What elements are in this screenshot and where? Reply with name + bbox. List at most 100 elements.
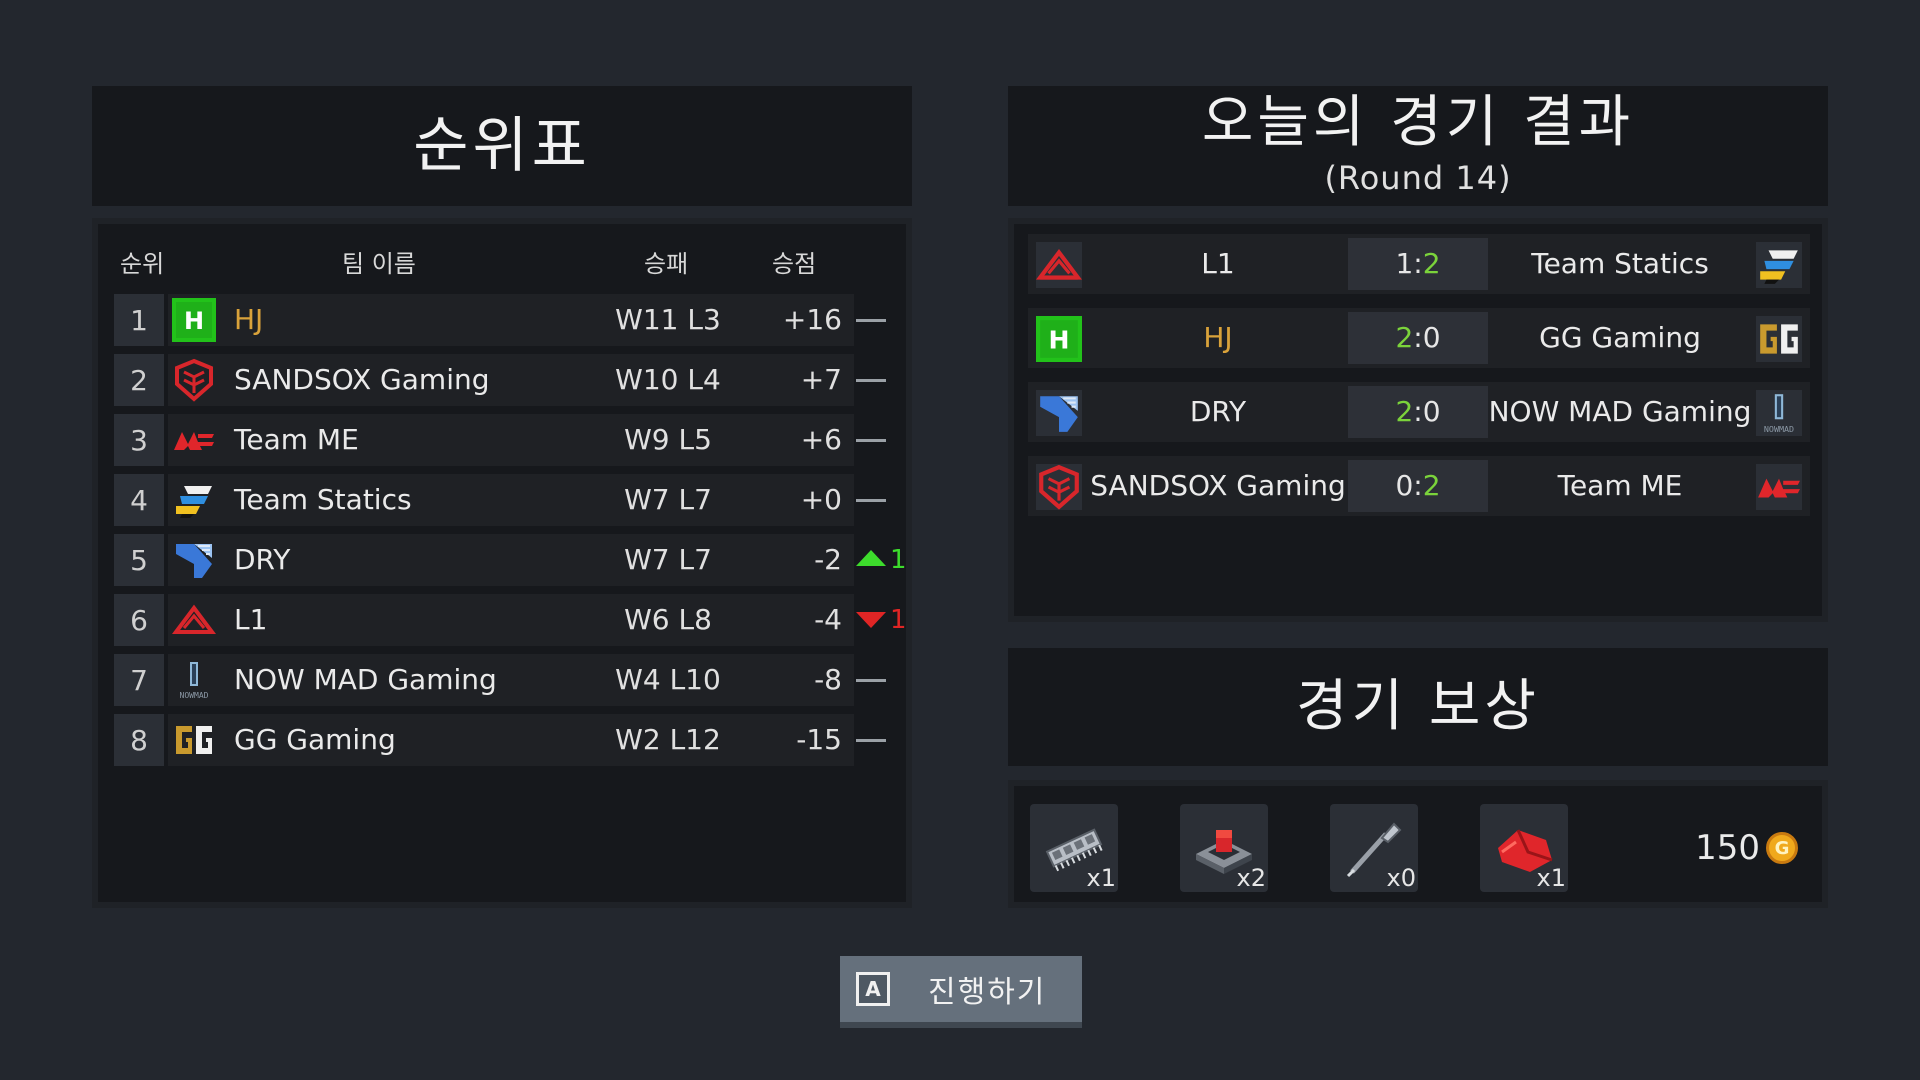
svg-text:H: H [184,307,204,335]
rewards-panel: x1 x2 x0 x1 150 G [1008,780,1828,908]
sandsox-logo [172,358,216,402]
team-name: HJ [234,303,264,336]
team-name: NOW MAD Gaming [234,663,497,696]
rank-number: 1 [114,294,164,346]
col-points: 승점 [772,250,817,278]
col-team: 팀 이름 [342,250,416,278]
rank-trend [856,294,916,346]
score-right: 0 [1422,395,1441,428]
results-header: 오늘의 경기 결과 (Round 14) [1008,86,1828,206]
match-row: SANDSOX Gaming 0:2 Team ME [1028,456,1810,516]
score-right: 0 [1422,321,1441,354]
reward-item[interactable]: x1 [1480,804,1568,892]
score-separator: : [1413,321,1423,354]
score-right: 2 [1422,247,1441,280]
team-points: -2 [814,543,842,576]
match-team-left: L1 [1201,247,1235,280]
svg-text:NOWMAD: NOWMAD [180,691,209,700]
score-separator: : [1413,469,1423,502]
dry-logo [172,538,216,582]
standings-row: 5 DRY W7 L7 -2 1 [114,534,908,586]
match-team-right: Team ME [1557,469,1683,502]
rank-number: 5 [114,534,164,586]
rank-trend [856,354,916,406]
gold-amount: 150 [1695,828,1760,868]
match-score: 1:2 [1348,238,1488,290]
rewards-header: 경기 보상 [1008,648,1828,766]
team-bar: SANDSOX Gaming W10 L4 +7 [168,354,854,406]
rank-trend [856,654,916,706]
reward-item[interactable]: x0 [1330,804,1418,892]
rewards-title: 경기 보상 [1296,674,1540,739]
hj-logo: H [1036,316,1082,362]
match-team-left: SANDSOX Gaming [1090,469,1346,502]
match-score: 2:0 [1348,312,1488,364]
team-name: L1 [234,603,268,636]
team-record: W2 L12 [615,723,721,756]
team-points: -4 [814,603,842,636]
team-statics-logo [1756,242,1802,288]
score-left: 2 [1395,395,1414,428]
standings-row: 3 Team ME W9 L5 +6 [114,414,908,466]
rank-change: 1 [890,545,907,575]
rank-up-arrow-icon [856,550,886,566]
rank-number: 4 [114,474,164,526]
rank-unchanged-icon [856,439,886,442]
sandsox-logo [1036,464,1082,510]
standings-row: 6 L1 W6 L8 -4 1 [114,594,908,646]
standings-header: 순위표 [92,86,912,206]
team-points: -15 [796,723,842,756]
match-team-left: DRY [1189,395,1247,428]
team-name: GG Gaming [234,723,396,756]
rank-number: 8 [114,714,164,766]
hj-logo: H [172,298,216,342]
rank-trend [856,474,916,526]
rank-unchanged-icon [856,319,886,322]
rank-trend: 1 [856,594,916,646]
l1-logo [172,598,216,642]
team-me-logo [1756,464,1802,510]
match-team-left: HJ [1203,321,1233,354]
standings-row: 1 H HJ W11 L3 +16 [114,294,908,346]
col-rank: 순위 [120,250,165,278]
gg-gaming-logo [1756,316,1802,362]
team-name: Team Statics [234,483,412,516]
rank-unchanged-icon [856,679,886,682]
team-bar: DRY W7 L7 -2 [168,534,854,586]
reward-quantity: x2 [1236,864,1266,892]
col-record: 승패 [644,250,689,278]
dry-logo [1036,390,1082,436]
team-record: W7 L7 [624,543,712,576]
now-mad-logo: NOWMAD [1756,390,1802,436]
reward-item[interactable]: x1 [1030,804,1118,892]
score-separator: : [1413,247,1423,280]
match-row: H HJ 2:0 GG Gaming [1028,308,1810,368]
a-key-icon: A [856,972,890,1006]
rank-number: 2 [114,354,164,406]
l1-logo [1036,242,1082,288]
team-statics-logo [172,478,216,522]
team-bar: L1 W6 L8 -4 [168,594,854,646]
score-right: 2 [1422,469,1441,502]
team-bar: Team Statics W7 L7 +0 [168,474,854,526]
rank-change: 1 [890,605,907,635]
match-score: 0:2 [1348,460,1488,512]
team-points: +16 [782,303,842,336]
gold-reward: 150 G [1695,828,1798,868]
match-team-right: GG Gaming [1539,321,1701,354]
score-left: 0 [1395,469,1414,502]
team-record: W4 L10 [615,663,721,696]
standings-title: 순위표 [413,111,591,181]
team-me-logo [172,418,216,462]
team-bar: GG Gaming W2 L12 -15 [168,714,854,766]
reward-item[interactable]: x2 [1180,804,1268,892]
proceed-button[interactable]: A 진행하기 [840,956,1082,1028]
standings-column-headers: 순위 팀 이름 승패 승점 [98,244,906,278]
rank-trend: 1 [856,534,916,586]
reward-quantity: x1 [1536,864,1566,892]
gold-coin-icon: G [1766,832,1798,864]
team-record: W10 L4 [615,363,721,396]
team-name: DRY [234,543,291,576]
match-row: L1 1:2 Team Statics [1028,234,1810,294]
team-bar: NOWMAD NOW MAD Gaming W4 L10 -8 [168,654,854,706]
